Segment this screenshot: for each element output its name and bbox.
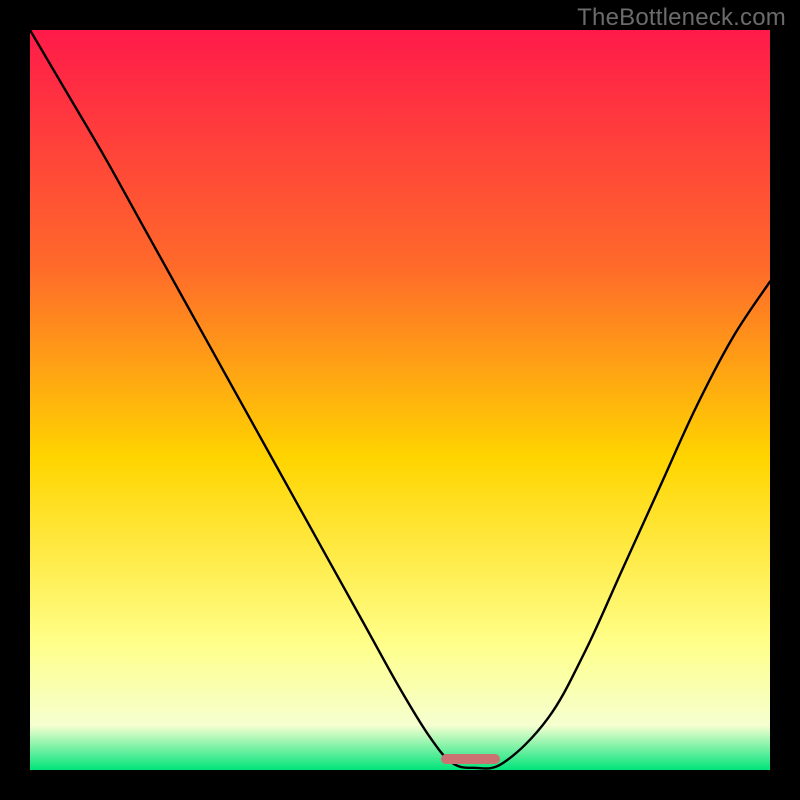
chart-frame: TheBottleneck.com (0, 0, 800, 800)
plot-area (30, 30, 770, 770)
gradient-background (30, 30, 770, 770)
optimal-range-marker (441, 754, 500, 764)
chart-svg (30, 30, 770, 770)
watermark-text: TheBottleneck.com (577, 4, 786, 32)
